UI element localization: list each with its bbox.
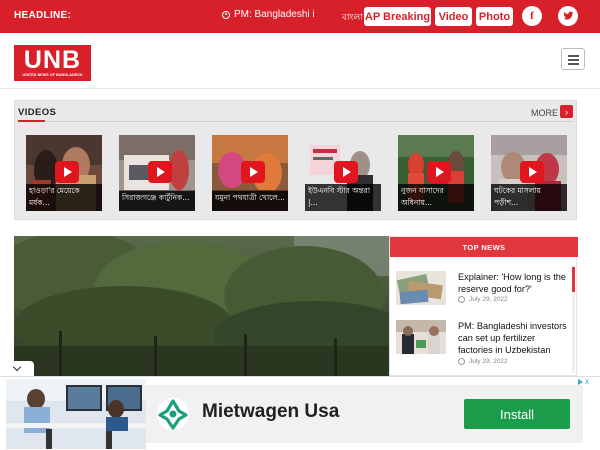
- video-button[interactable]: Video: [435, 7, 472, 26]
- play-icon: [334, 161, 358, 183]
- ad-brand-name[interactable]: Mietwagen Usa: [202, 401, 339, 423]
- video-caption: হাওড়া'র মেয়েকে মর্ষক...: [26, 184, 102, 211]
- video-caption: যমুনা পথযাত্রী খোলে...: [212, 191, 288, 211]
- play-icon: [55, 161, 79, 183]
- news-title[interactable]: PM: Bangladeshi investors can set up fer…: [458, 320, 568, 356]
- play-icon: [241, 161, 265, 183]
- video-card[interactable]: নুজন যাসাদের অধিনায়...: [398, 135, 474, 211]
- video-caption: ইউএনবি স্টার অন্তরা |...: [305, 184, 381, 211]
- play-icon: [520, 161, 544, 183]
- photo-button[interactable]: Photo: [476, 7, 513, 26]
- twitter-icon[interactable]: [558, 6, 578, 26]
- video-caption: সিরাজগঞ্জে কার্টুনিক...: [119, 191, 195, 211]
- clock-icon: [458, 358, 465, 365]
- facebook-icon[interactable]: f: [522, 6, 542, 26]
- video-card[interactable]: সিরাজগঞ্জে কার্টুনিক...: [119, 135, 195, 211]
- play-icon: [427, 161, 451, 183]
- adchoices-icon[interactable]: x: [578, 377, 598, 387]
- ad-image[interactable]: [6, 379, 146, 449]
- video-card[interactable]: যমুনা পথযাত্রী খোলে...: [212, 135, 288, 211]
- news-title[interactable]: Explainer: 'How long is the reserve good…: [458, 271, 568, 295]
- ad-banner[interactable]: Mietwagen Usa Install x: [0, 376, 600, 450]
- logo-text: UNB: [23, 46, 82, 74]
- videos-heading-underline: [18, 120, 45, 122]
- video-caption: নুজন যাসাদের অধিনায়...: [398, 184, 474, 211]
- top-news-heading: TOP NEWS: [390, 237, 578, 257]
- headline-ticker[interactable]: PM: Bangladeshi i: [222, 9, 332, 20]
- close-ad-icon[interactable]: x: [585, 378, 589, 386]
- page: HEADLINE: PM: Bangladeshi i বাংলা AP Bre…: [0, 0, 600, 450]
- clock-icon: [458, 296, 465, 303]
- more-videos-label[interactable]: MORE: [531, 108, 558, 118]
- news-thumbnail: [396, 271, 446, 305]
- collapse-ad-chevron-icon[interactable]: [0, 361, 34, 376]
- office-desk-photo: [6, 379, 146, 449]
- ad-info-icon[interactable]: [578, 379, 583, 385]
- play-icon: [148, 161, 172, 183]
- video-card[interactable]: ইউএনবি স্টার অন্তরা |...: [305, 135, 381, 211]
- ap-breaking-button[interactable]: AP Breaking: [364, 7, 431, 26]
- video-card[interactable]: হাওড়া'র মেয়েকে মর্ষক...: [26, 135, 102, 211]
- news-thumbnail: [396, 320, 446, 354]
- mietwagen-logo-icon: [157, 398, 189, 430]
- videos-divider: [18, 121, 573, 122]
- videos-section: VIDEOS MORE › হাওড়া'র মেয়েকেমর্ষক...: [14, 100, 577, 220]
- bangla-language-link[interactable]: বাংলা: [342, 10, 363, 25]
- unb-logo[interactable]: UNB UNITED NEWS OF BANGLADESH: [14, 45, 91, 81]
- more-videos-arrow-icon[interactable]: ›: [560, 105, 573, 118]
- news-item[interactable]: Explainer: 'How long is the reserve good…: [396, 271, 568, 311]
- video-card[interactable]: ঘটকের মাসলায় পড়ীশ...: [491, 135, 567, 211]
- ticker-text[interactable]: PM: Bangladeshi i: [234, 9, 315, 20]
- video-caption: ঘটকের মাসলায় পড়ীশ...: [491, 184, 567, 211]
- site-header: UNB UNITED NEWS OF BANGLADESH: [0, 33, 600, 89]
- top-bar: HEADLINE: PM: Bangladeshi i বাংলা AP Bre…: [0, 0, 600, 33]
- hero-image[interactable]: [14, 236, 389, 376]
- logo-subtitle: UNITED NEWS OF BANGLADESH: [22, 73, 83, 77]
- top-news-scrollbar-thumb[interactable]: [572, 267, 575, 292]
- ad-card[interactable]: Mietwagen Usa Install: [146, 385, 583, 443]
- ticker-bullet-icon: [222, 10, 230, 19]
- news-date: July 29, 2022: [458, 358, 508, 365]
- headline-label: HEADLINE:: [14, 10, 72, 21]
- news-item[interactable]: PM: Bangladeshi investors can set up fer…: [396, 320, 568, 370]
- top-news-panel: TOP NEWS Explainer: 'How long is the res…: [389, 236, 578, 376]
- videos-heading: VIDEOS: [18, 107, 57, 118]
- install-button[interactable]: Install: [464, 399, 570, 429]
- mangrove-forest-photo: [14, 236, 389, 376]
- news-date: July 29, 2022: [458, 296, 508, 303]
- hamburger-menu-icon[interactable]: [561, 48, 585, 70]
